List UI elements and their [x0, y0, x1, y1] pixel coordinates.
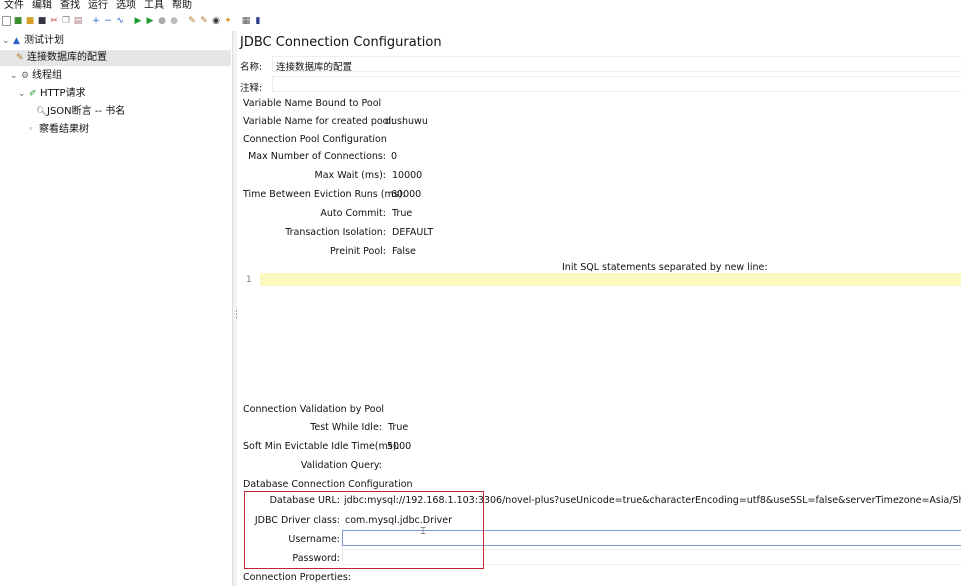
section-properties: Connection Properties: — [243, 572, 351, 583]
assertion-icon: 🔍︎ — [36, 107, 48, 117]
menu-search[interactable]: 查找 — [60, 0, 80, 12]
var-name-label: Variable Name for created pool: — [243, 116, 395, 127]
var-name-value[interactable]: dushuwu — [385, 116, 428, 127]
menu-help[interactable]: 帮助 — [172, 0, 192, 12]
cursor-icon: ⌶ — [420, 526, 426, 537]
eviction-value[interactable]: 60000 — [391, 189, 421, 200]
name-value: 连接数据库的配置 — [276, 62, 353, 73]
start-no-pause-icon[interactable]: ▶ — [145, 16, 155, 26]
page-title: JDBC Connection Configuration — [240, 35, 442, 50]
tree-node-json-assertion[interactable]: 🔍︎JSON断言 -- 书名 — [36, 104, 125, 120]
auto-commit-label: Auto Commit: — [320, 208, 386, 219]
init-sql-label: Init SQL statements separated by new lin… — [562, 262, 768, 273]
paste-icon[interactable]: ▤ — [73, 16, 83, 26]
preinit-label: Preinit Pool: — [329, 246, 386, 257]
config-element-icon: ✎ — [16, 53, 24, 63]
toolbar: ■ ■ ■ ✂ ❐ ▤ + − ∿ ▶ ▶ ● ● ✎ ✎ ◉ ✦ ▦ ▮ — [0, 13, 961, 29]
auto-commit-value[interactable]: True — [392, 208, 412, 219]
copy-icon[interactable]: ❐ — [61, 16, 71, 26]
expand-arrow-icon[interactable]: ⌄ — [18, 86, 29, 102]
thread-group-icon: ⚙ — [21, 71, 30, 81]
tree-label-thread-group: 线程组 — [32, 70, 62, 81]
search-icon[interactable]: ◉ — [211, 16, 221, 26]
function-helper-icon[interactable]: ▦ — [241, 16, 251, 26]
max-wait-label: Max Wait (ms): — [314, 170, 386, 181]
stop-icon[interactable]: ● — [157, 16, 167, 26]
max-conn-value[interactable]: 0 — [391, 151, 397, 162]
eviction-label: Time Between Eviction Runs (ms): — [243, 189, 406, 200]
tree-label-results-tree: 察看结果树 — [39, 124, 89, 135]
soft-min-value[interactable]: 5000 — [387, 441, 411, 452]
collapse-icon[interactable]: − — [103, 16, 113, 26]
menu-run[interactable]: 运行 — [88, 0, 108, 12]
clear-all-icon[interactable]: ✎ — [199, 16, 209, 26]
expand-arrow-icon[interactable]: ⌄ — [10, 68, 21, 84]
max-wait-value[interactable]: 10000 — [392, 170, 422, 181]
help-icon[interactable]: ▮ — [253, 16, 263, 26]
name-field[interactable] — [272, 56, 961, 72]
isolation-label: Transaction Isolation: — [285, 227, 386, 238]
tree-node-http-request[interactable]: ⌄ ✐ HTTP请求 — [18, 86, 86, 102]
tree-node-jdbc-config[interactable]: ✎ 连接数据库的配置 — [0, 50, 231, 66]
tree-label-http-request: HTTP请求 — [40, 88, 86, 99]
shutdown-icon[interactable]: ● — [169, 16, 179, 26]
menu-edit[interactable]: 编辑 — [32, 0, 52, 12]
section-variable: Variable Name Bound to Pool — [243, 98, 382, 109]
comment-label: 注释: — [240, 83, 263, 94]
init-sql-editor[interactable] — [240, 274, 961, 400]
start-icon[interactable]: ▶ — [133, 16, 143, 26]
expand-arrow-icon[interactable]: ⌄ — [2, 33, 13, 49]
tree-node-thread-group[interactable]: ⌄ ⚙ 线程组 — [10, 68, 62, 84]
templates-icon[interactable]: ■ — [13, 16, 23, 26]
expand-icon[interactable]: + — [91, 16, 101, 26]
isolation-value[interactable]: DEFAULT — [392, 227, 433, 238]
test-plan-tree: ⌄ ▲ 测试计划 ✎ 连接数据库的配置 ⌄ ⚙ 线程组 ⌄ ✐ HTTP请求 🔍︎JSON断言… — [0, 31, 231, 586]
reset-search-icon[interactable]: ✦ — [223, 16, 233, 26]
clear-icon[interactable]: ✎ — [187, 16, 197, 26]
test-plan-icon: ▲ — [13, 36, 20, 46]
open-icon[interactable]: ■ — [25, 16, 35, 26]
menu-file[interactable]: 文件 — [4, 0, 24, 12]
preinit-value[interactable]: False — [392, 246, 416, 257]
tree-node-test-plan[interactable]: ⌄ ▲ 测试计划 — [2, 33, 64, 49]
jdbc-config-panel: JDBC Connection Configuration 名称: 连接数据库的… — [236, 31, 961, 586]
tree-label-json-assertion: JSON断言 -- 书名 — [47, 106, 126, 117]
tree-node-results-tree[interactable]: ◦ 察看结果树 — [28, 122, 89, 138]
tree-label-test-plan: 测试计划 — [24, 35, 64, 46]
cut-icon[interactable]: ✂ — [49, 16, 59, 26]
validation-query-label: Validation Query: — [300, 460, 382, 471]
tree-label-jdbc-config: 连接数据库的配置 — [27, 52, 107, 63]
sampler-icon: ✐ — [29, 89, 37, 99]
save-icon[interactable]: ■ — [37, 16, 47, 26]
section-pool: Connection Pool Configuration — [243, 134, 387, 145]
section-validation: Connection Validation by Pool — [243, 404, 385, 415]
test-idle-label: Test While Idle: — [310, 422, 382, 433]
test-idle-value[interactable]: True — [388, 422, 408, 433]
name-label: 名称: — [240, 62, 263, 73]
toggle-icon[interactable]: ∿ — [115, 16, 125, 26]
max-conn-label: Max Number of Connections: — [248, 151, 386, 162]
new-icon[interactable] — [2, 16, 11, 26]
line-number: 1 — [246, 275, 252, 285]
menu-bar: 文件 编辑 查找 运行 选项 工具 帮助 — [0, 0, 961, 12]
comment-field[interactable] — [272, 76, 961, 92]
highlight-box — [244, 491, 484, 569]
menu-tools[interactable]: 工具 — [144, 0, 164, 12]
section-database: Database Connection Configuration — [243, 479, 413, 490]
init-sql-current-line[interactable] — [260, 273, 961, 286]
menu-options[interactable]: 选项 — [116, 0, 136, 12]
listener-icon: ◦ — [28, 125, 34, 135]
soft-min-label: Soft Min Evictable Idle Time(ms): — [243, 441, 400, 452]
